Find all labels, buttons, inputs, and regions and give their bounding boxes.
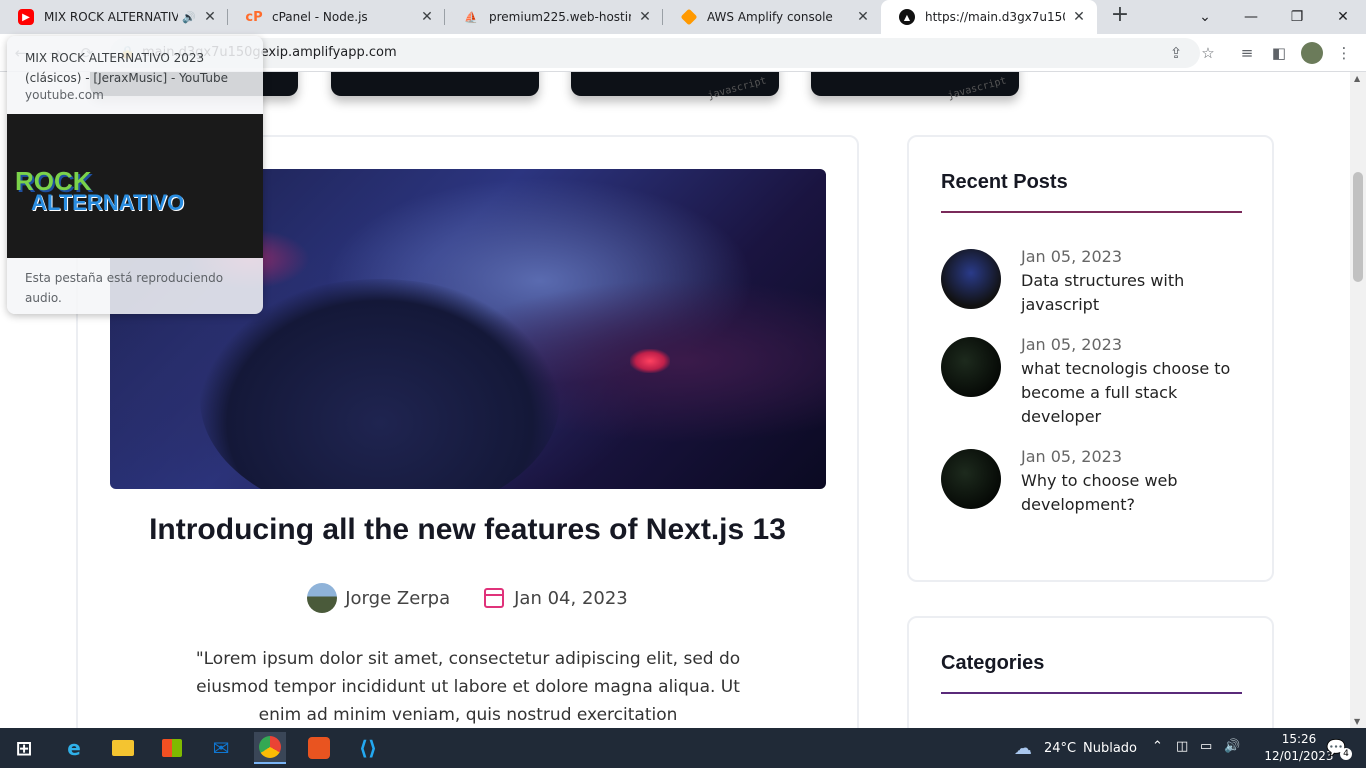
weather-temp[interactable]: 24°C <box>1044 741 1076 756</box>
network-icon[interactable]: ▭ <box>1200 739 1212 754</box>
close-icon[interactable]: ✕ <box>637 9 653 25</box>
hover-card-audio-status: Esta pestaña está reproduciendo audio. <box>25 271 224 305</box>
post-card-thumb[interactable]: javascript <box>811 72 1019 102</box>
recent-post-thumb[interactable] <box>941 337 1001 397</box>
close-icon[interactable]: ✕ <box>855 9 871 25</box>
close-icon[interactable]: ✕ <box>419 9 435 25</box>
tab-cpanel[interactable]: cP cPanel - Node.js ✕ <box>228 0 445 34</box>
speaker-icon[interactable]: 🔊 <box>182 11 196 24</box>
bookmark-star-icon[interactable]: ☆ <box>1197 42 1219 64</box>
chrome-icon[interactable] <box>254 732 286 764</box>
menu-kebab-icon[interactable]: ⋮ <box>1333 42 1355 64</box>
media-control-icon[interactable]: ≡ <box>1236 42 1258 64</box>
post-card-thumb[interactable] <box>331 72 539 96</box>
recent-post-title[interactable]: Why to choose web development? <box>1021 469 1241 517</box>
recent-post-thumb[interactable] <box>941 249 1001 309</box>
minimize-button[interactable]: — <box>1228 0 1274 34</box>
recent-post-item[interactable]: Jan 05, 2023 Why to choose web developme… <box>941 447 1241 519</box>
widget-title: Categories <box>941 652 1045 674</box>
categories-widget: Categories <box>907 616 1274 728</box>
widget-title: Recent Posts <box>941 171 1068 193</box>
tab-title: premium225.web-hosting.com <box>489 10 631 24</box>
edge-icon[interactable]: e <box>58 732 90 764</box>
youtube-icon: ▶ <box>18 9 34 25</box>
tab-phpmyadmin[interactable]: ⛵ premium225.web-hosting.com ✕ <box>445 0 663 34</box>
scroll-down-arrow[interactable]: ▼ <box>1354 717 1360 726</box>
recent-post-date: Jan 05, 2023 <box>1021 247 1122 266</box>
tab-aws-amplify[interactable]: AWS Amplify console ✕ <box>663 0 881 34</box>
page-scrollbar[interactable]: ▲ ▼ <box>1350 72 1366 728</box>
scroll-thumb[interactable] <box>1353 172 1363 282</box>
post-card-thumb[interactable]: javascript <box>571 72 779 102</box>
recent-post-item[interactable]: Jan 05, 2023 Data structures with javasc… <box>941 247 1241 319</box>
tab-title: https://main.d3gx7u150gexip <box>925 10 1065 24</box>
author-avatar <box>307 583 338 613</box>
cloud-icon[interactable]: ☁ <box>1014 738 1032 759</box>
post-date: Jan 04, 2023 <box>514 587 628 609</box>
recent-post-thumb[interactable] <box>941 449 1001 509</box>
tab-title: MIX ROCK ALTERNATIVO <box>44 10 179 24</box>
tab-youtube[interactable]: ▶ MIX ROCK ALTERNATIVO 🔊 ✕ <box>0 0 228 34</box>
tab-title: AWS Amplify console <box>707 10 833 24</box>
recent-post-title[interactable]: what tecnologis choose to become a full … <box>1021 357 1241 429</box>
restore-button[interactable]: ❐ <box>1274 0 1320 34</box>
ubuntu-icon[interactable] <box>303 732 335 764</box>
post-title[interactable]: Introducing all the new features of Next… <box>78 513 857 547</box>
recent-posts-widget: Recent Posts Jan 05, 2023 Data structure… <box>907 135 1274 582</box>
author-name: Jorge Zerpa <box>345 587 451 609</box>
phpmyadmin-icon: ⛵ <box>464 10 478 24</box>
red-light <box>630 349 670 373</box>
windows-taskbar: ⊞ e ✉ ⟨⟩ ☁ 24°C Nublado ⌃ ◫ ▭ 🔊 15:26 12… <box>0 728 1366 768</box>
new-tab-button[interactable]: + <box>1108 4 1132 28</box>
recent-post-title[interactable]: Data structures with javascript <box>1021 269 1241 317</box>
tab-title: cPanel - Node.js <box>272 10 368 24</box>
title-underline <box>941 211 1242 213</box>
meet-icon[interactable]: ◫ <box>1176 739 1188 754</box>
amplify-icon: ▲ <box>899 9 915 25</box>
calendar-icon <box>484 588 505 608</box>
notification-count: 4 <box>1340 748 1352 760</box>
close-icon[interactable]: ✕ <box>1071 9 1087 25</box>
cpanel-icon: cP <box>245 9 263 25</box>
close-icon[interactable]: ✕ <box>202 9 218 25</box>
side-panel-icon[interactable]: ◧ <box>1268 42 1290 64</box>
tab-hover-card: MIX ROCK ALTERNATIVO 2023 (clásicos) - [… <box>7 36 263 314</box>
close-window-button[interactable]: ✕ <box>1320 0 1366 34</box>
start-button[interactable]: ⊞ <box>8 732 40 764</box>
store-icon[interactable] <box>156 732 188 764</box>
post-meta: Jorge Zerpa Jan 04, 2023 <box>78 583 857 613</box>
clock-date[interactable]: 12/01/2023 <box>1264 749 1334 763</box>
profile-avatar[interactable] <box>1301 42 1323 64</box>
aws-icon <box>680 8 698 26</box>
recent-post-item[interactable]: Jan 05, 2023 what tecnologis choose to b… <box>941 335 1241 431</box>
hover-card-domain: youtube.com <box>25 88 104 102</box>
share-icon[interactable]: ⇪ <box>1165 42 1187 64</box>
volume-icon[interactable]: 🔊 <box>1224 739 1240 754</box>
tab-amplify-app[interactable]: ▲ https://main.d3gx7u150gexip ✕ <box>881 0 1097 34</box>
clock-time[interactable]: 15:26 <box>1264 732 1334 746</box>
hover-card-preview: ROCK ALTERNATIVO <box>7 114 263 258</box>
mail-icon[interactable]: ✉ <box>205 732 237 764</box>
hover-card-title: MIX ROCK ALTERNATIVO 2023 (clásicos) - [… <box>25 51 228 85</box>
recent-post-date: Jan 05, 2023 <box>1021 447 1122 466</box>
chevron-up-icon[interactable]: ⌃ <box>1152 739 1163 754</box>
code-watermark: javascript <box>706 75 768 102</box>
scroll-up-arrow[interactable]: ▲ <box>1354 74 1360 83</box>
code-watermark: javascript <box>946 75 1008 102</box>
title-underline <box>941 692 1242 694</box>
post-excerpt: "Lorem ipsum dolor sit amet, consectetur… <box>195 649 741 725</box>
tab-search-button[interactable]: ⌄ <box>1182 0 1228 34</box>
file-explorer-icon[interactable] <box>107 732 139 764</box>
weather-desc[interactable]: Nublado <box>1083 741 1137 756</box>
recent-post-date: Jan 05, 2023 <box>1021 335 1122 354</box>
tab-strip: ▶ MIX ROCK ALTERNATIVO 🔊 ✕ cP cPanel - N… <box>0 0 1366 34</box>
preview-text: ALTERNATIVO <box>31 190 185 215</box>
vscode-icon[interactable]: ⟨⟩ <box>352 732 384 764</box>
